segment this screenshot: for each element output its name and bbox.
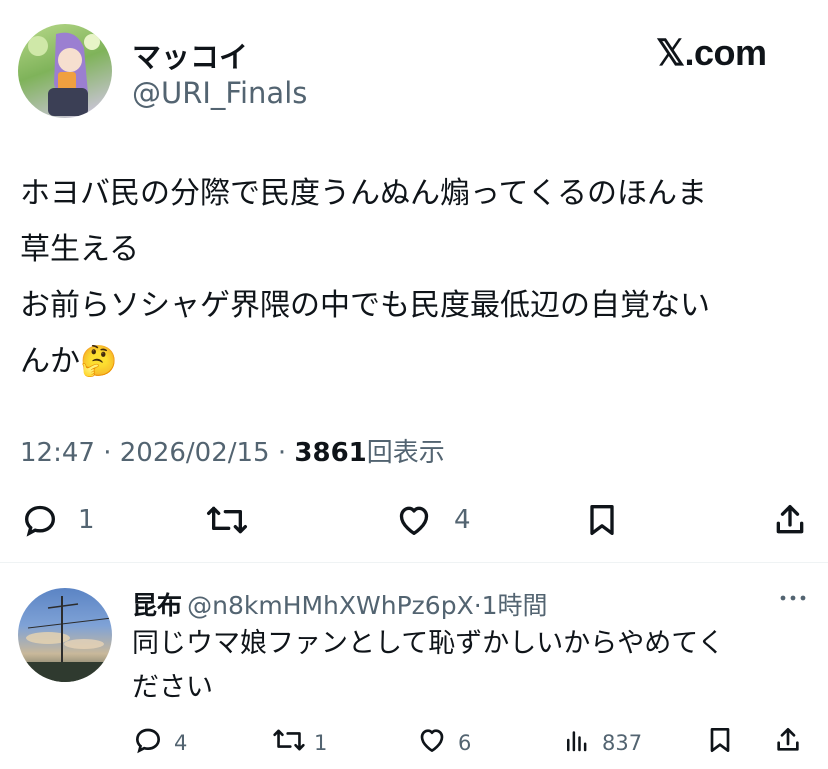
reply-text: 同じウマ娘ファンとして恥ずかしいからやめてく ださい (132, 628, 725, 703)
meta-separator: · (103, 438, 112, 468)
retweet-action[interactable] (205, 500, 249, 540)
divider (0, 562, 828, 563)
reply-views-action[interactable]: 837 (562, 724, 642, 761)
reply-icon (132, 724, 164, 761)
heart-icon (394, 500, 434, 540)
like-count: 4 (454, 505, 471, 535)
bookmark-icon (582, 500, 622, 540)
more-options-button[interactable] (778, 588, 808, 612)
reply-bookmark-action[interactable] (704, 724, 736, 761)
reply-reply-action[interactable]: 4 (132, 724, 187, 761)
reply-handle[interactable]: @n8kmHMhXWhPz6pX (187, 591, 474, 620)
reply-retweet-count: 1 (314, 730, 328, 755)
reply-retweet-action[interactable]: 1 (272, 724, 327, 761)
reply-count: 1 (78, 505, 95, 535)
share-icon (772, 724, 804, 761)
heart-icon (416, 724, 448, 761)
author-display-name[interactable]: マッコイ (132, 34, 248, 76)
reply-icon (20, 500, 60, 540)
share-icon (770, 500, 810, 540)
reply-separator: · (473, 591, 482, 620)
tweet-body: ホヨバ民の分際で民度うんぬん煽ってくるのほんま 草生える お前らソシャゲ界隈の中… (20, 176, 710, 379)
author-handle[interactable]: @URI_Finals (132, 76, 307, 110)
retweet-icon (205, 500, 249, 540)
reply-action[interactable]: 1 (20, 500, 95, 540)
thinking-face-emoji: 🤔 (80, 344, 118, 379)
bookmark-action[interactable] (582, 500, 622, 540)
more-dots-icon (778, 593, 808, 612)
like-action[interactable]: 4 (394, 500, 471, 540)
reply-reply-count: 4 (174, 730, 188, 755)
reply-view-count: 837 (602, 730, 643, 755)
analytics-icon (562, 724, 592, 761)
retweet-icon (272, 724, 306, 761)
reply-share-action[interactable] (772, 724, 804, 761)
reply-like-count: 6 (458, 730, 472, 755)
view-label: 回表示 (366, 438, 445, 468)
reply-header: 昆布 @n8kmHMhXWhPz6pX·1時間 (132, 586, 548, 622)
reply-like-action[interactable]: 6 (416, 724, 471, 761)
author-avatar[interactable] (18, 24, 112, 118)
meta-separator: · (277, 438, 287, 468)
reply-time[interactable]: 1時間 (482, 591, 548, 620)
brand-logo: 𝕏.com (656, 32, 767, 73)
tweet-date[interactable]: 2026/02/15 (120, 438, 270, 468)
share-action[interactable] (770, 500, 810, 540)
reply-display-name[interactable]: 昆布 (132, 591, 182, 620)
tweet-text: ホヨバ民の分際で民度うんぬん煽ってくるのほんま 草生える お前らソシャゲ界隈の中… (20, 166, 810, 390)
reply-avatar[interactable] (18, 588, 112, 682)
bookmark-icon (704, 724, 736, 761)
tweet-meta: 12:47 · 2026/02/15 · 3861回表示 (20, 432, 445, 469)
view-count: 3861 (294, 438, 367, 468)
tweet-time[interactable]: 12:47 (20, 438, 95, 468)
